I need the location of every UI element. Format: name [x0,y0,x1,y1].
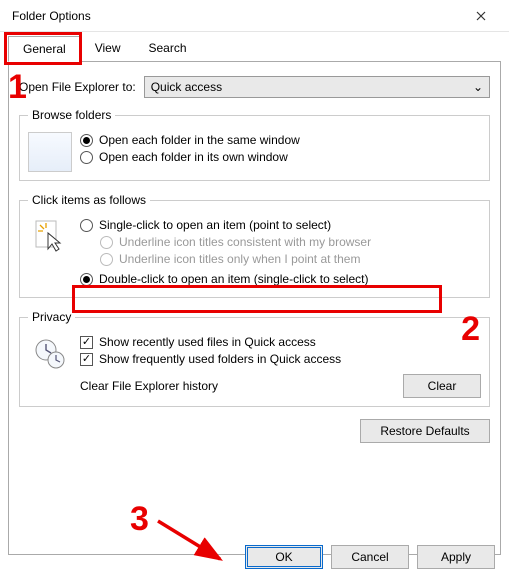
open-explorer-row: Open File Explorer to: Quick access ⌄ [19,76,490,98]
radio-underline-point: Underline icon titles only when I point … [100,252,481,266]
check-recent-files[interactable]: Show recently used files in Quick access [80,335,481,349]
check-recent-files-label: Show recently used files in Quick access [99,335,316,349]
cancel-button[interactable]: Cancel [331,545,409,569]
titlebar: Folder Options [0,0,509,32]
radio-same-window[interactable]: Open each folder in the same window [80,133,481,147]
chevron-down-icon: ⌄ [473,80,483,94]
restore-defaults-button[interactable]: Restore Defaults [360,419,490,443]
check-freq-folders-label: Show frequently used folders in Quick ac… [99,352,341,366]
cursor-click-icon [28,215,72,259]
radio-icon [80,219,93,232]
restore-defaults-label: Restore Defaults [380,424,469,438]
clear-button[interactable]: Clear [403,374,481,398]
radio-icon [80,273,93,286]
tab-view[interactable]: View [81,36,135,62]
click-items-group: Click items as follows Single-click to o… [19,193,490,298]
radio-double-click-label: Double-click to open an item (single-cli… [99,272,368,286]
tab-general[interactable]: General [8,36,81,62]
radio-own-window[interactable]: Open each folder in its own window [80,150,481,164]
radio-single-click[interactable]: Single-click to open an item (point to s… [80,218,481,232]
browse-folders-group: Browse folders Open each folder in the s… [19,108,490,181]
tab-panel-general: Open File Explorer to: Quick access ⌄ Br… [8,61,501,555]
cancel-button-label: Cancel [351,550,388,564]
folder-window-icon [28,132,72,172]
checkbox-icon [80,353,93,366]
radio-single-click-label: Single-click to open an item (point to s… [99,218,331,232]
open-explorer-select[interactable]: Quick access ⌄ [144,76,490,98]
tab-strip: General View Search [0,32,509,62]
clock-history-icon [28,334,72,374]
privacy-group: Privacy Show recently used files in Quic… [19,310,490,407]
tab-search[interactable]: Search [135,36,201,62]
window-title: Folder Options [12,9,461,23]
browse-folders-legend: Browse folders [28,108,115,122]
dialog-buttons: OK Cancel Apply [245,545,495,569]
radio-icon [80,151,93,164]
radio-own-window-label: Open each folder in its own window [99,150,288,164]
check-freq-folders[interactable]: Show frequently used folders in Quick ac… [80,352,481,366]
close-icon [476,11,486,21]
radio-icon [100,253,113,266]
radio-icon [80,134,93,147]
tab-general-label: General [23,42,66,56]
radio-double-click[interactable]: Double-click to open an item (single-cli… [80,272,481,286]
clear-history-label: Clear File Explorer history [80,379,218,393]
tab-search-label: Search [149,41,187,55]
close-button[interactable] [461,2,501,30]
clear-button-label: Clear [428,379,457,393]
apply-button-label: Apply [441,550,471,564]
radio-underline-point-label: Underline icon titles only when I point … [119,252,360,266]
ok-button[interactable]: OK [245,545,323,569]
open-explorer-value: Quick access [151,80,222,94]
radio-same-window-label: Open each folder in the same window [99,133,300,147]
apply-button[interactable]: Apply [417,545,495,569]
click-items-legend: Click items as follows [28,193,150,207]
ok-button-label: OK [275,550,292,564]
radio-icon [100,236,113,249]
tab-view-label: View [95,41,121,55]
privacy-legend: Privacy [28,310,75,324]
radio-underline-browser-label: Underline icon titles consistent with my… [119,235,371,249]
open-explorer-label: Open File Explorer to: [19,80,136,94]
checkbox-icon [80,336,93,349]
annotation-highlight-double-click [72,285,442,313]
radio-underline-browser: Underline icon titles consistent with my… [100,235,481,249]
